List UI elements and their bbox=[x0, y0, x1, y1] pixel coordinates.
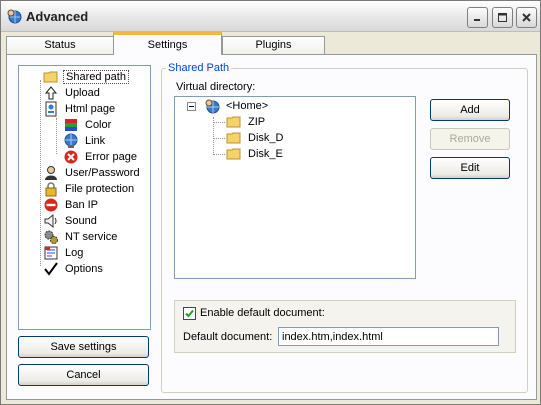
tab-plugins[interactable]: Plugins bbox=[222, 36, 325, 55]
sidebar-item-upload[interactable]: Upload bbox=[43, 85, 102, 101]
sidebar-item-file-protection[interactable]: File protection bbox=[43, 181, 136, 197]
close-icon bbox=[522, 13, 531, 22]
tree-connector bbox=[56, 118, 57, 154]
sidebar-item-nt-service[interactable]: NT service bbox=[43, 229, 119, 245]
sidebar-item-label: Link bbox=[85, 135, 106, 147]
sidebar-item-sound[interactable]: Sound bbox=[43, 213, 99, 229]
tree-node-label: Disk_E bbox=[248, 148, 283, 160]
checkmark-icon bbox=[44, 262, 58, 276]
speaker-icon bbox=[44, 213, 57, 229]
folder-icon bbox=[226, 148, 241, 160]
title-bar[interactable]: Advanced bbox=[1, 1, 540, 32]
group-title: Shared Path bbox=[166, 62, 232, 74]
maximize-icon bbox=[498, 13, 507, 22]
sidebar-item-label: Log bbox=[65, 247, 84, 259]
tree-node-label: ZIP bbox=[248, 116, 266, 128]
virtual-directory-label: Virtual directory: bbox=[176, 81, 256, 93]
sidebar-item-label: User/Password bbox=[65, 167, 140, 179]
folder-icon bbox=[43, 71, 58, 83]
sidebar-item-color[interactable]: Color bbox=[63, 117, 113, 133]
app-globe-user-icon bbox=[7, 9, 22, 24]
html-page-icon bbox=[45, 101, 57, 117]
tree-connector bbox=[40, 80, 41, 266]
sidebar-item-label: Error page bbox=[85, 151, 137, 163]
enable-default-document-label: Enable default document: bbox=[200, 307, 325, 319]
sidebar-item-user-password[interactable]: User/Password bbox=[43, 165, 142, 181]
ban-icon bbox=[44, 198, 58, 212]
advanced-window: Advanced Status Plugins Settings Shared … bbox=[0, 0, 541, 405]
tree-node-home[interactable]: <Home> bbox=[204, 98, 270, 114]
sidebar-item-log[interactable]: Log bbox=[43, 245, 85, 261]
check-icon bbox=[185, 309, 194, 318]
user-icon bbox=[45, 166, 57, 180]
lock-icon bbox=[45, 182, 57, 197]
default-document-label: Default document: bbox=[183, 331, 273, 343]
remove-button[interactable]: Remove bbox=[430, 128, 510, 150]
sidebar-item-label: File protection bbox=[65, 183, 135, 195]
tree-connector bbox=[213, 154, 225, 155]
error-icon bbox=[64, 150, 78, 164]
globe-user-icon bbox=[205, 99, 220, 114]
close-button[interactable] bbox=[516, 7, 537, 28]
gears-icon bbox=[44, 230, 58, 244]
sidebar-item-label: Color bbox=[85, 119, 112, 131]
log-icon bbox=[44, 246, 58, 260]
tree-node-zip[interactable]: ZIP bbox=[226, 114, 267, 130]
tree-connector bbox=[213, 138, 225, 139]
minimize-icon bbox=[474, 19, 480, 21]
tree-collapse-toggle[interactable] bbox=[187, 102, 196, 111]
tree-connector bbox=[213, 122, 225, 123]
sidebar-item-link[interactable]: Link bbox=[63, 133, 107, 149]
tab-settings[interactable]: Settings bbox=[113, 32, 222, 55]
sidebar-item-label: Sound bbox=[65, 215, 97, 227]
tab-status[interactable]: Status bbox=[6, 36, 114, 55]
sidebar-item-label: Ban IP bbox=[65, 199, 99, 211]
upload-arrow-icon bbox=[44, 86, 58, 100]
folder-icon bbox=[226, 116, 241, 128]
sidebar-item-shared-path[interactable]: Shared path bbox=[43, 69, 129, 85]
enable-default-document-checkbox[interactable] bbox=[183, 307, 196, 320]
maximize-button[interactable] bbox=[492, 7, 513, 28]
sidebar-item-label: Options bbox=[65, 263, 103, 275]
window-title: Advanced bbox=[26, 9, 89, 24]
sidebar-item-error-page[interactable]: Error page bbox=[63, 149, 139, 165]
folder-icon bbox=[226, 132, 241, 144]
sidebar-item-ban-ip[interactable]: Ban IP bbox=[43, 197, 100, 213]
tree-node-label: Disk_D bbox=[248, 132, 284, 144]
link-globe-icon bbox=[64, 133, 78, 148]
save-settings-button[interactable]: Save settings bbox=[18, 336, 149, 358]
add-button[interactable]: Add bbox=[430, 99, 510, 121]
virtual-directory-tree[interactable]: <Home> ZIP Disk_D Disk_E bbox=[174, 96, 416, 279]
sidebar-item-label: Html page bbox=[65, 103, 116, 115]
tree-node-label: <Home> bbox=[226, 100, 269, 112]
sidebar-item-html-page[interactable]: Html page bbox=[43, 101, 117, 117]
cancel-button[interactable]: Cancel bbox=[18, 364, 149, 386]
color-palette-icon bbox=[65, 119, 77, 131]
minus-icon bbox=[189, 106, 194, 107]
sidebar-item-label: NT service bbox=[65, 231, 118, 243]
minimize-button[interactable] bbox=[467, 7, 488, 28]
tree-node-disk-e[interactable]: Disk_E bbox=[226, 146, 285, 162]
sidebar-item-label: Upload bbox=[65, 87, 100, 99]
settings-tree[interactable]: Shared path Upload Html page Color Link … bbox=[18, 65, 151, 330]
edit-button[interactable]: Edit bbox=[430, 157, 510, 179]
sidebar-item-options[interactable]: Options bbox=[43, 261, 105, 277]
sidebar-item-label: Shared path bbox=[63, 70, 129, 84]
tree-node-disk-d[interactable]: Disk_D bbox=[226, 130, 285, 146]
default-document-input[interactable] bbox=[278, 327, 499, 346]
